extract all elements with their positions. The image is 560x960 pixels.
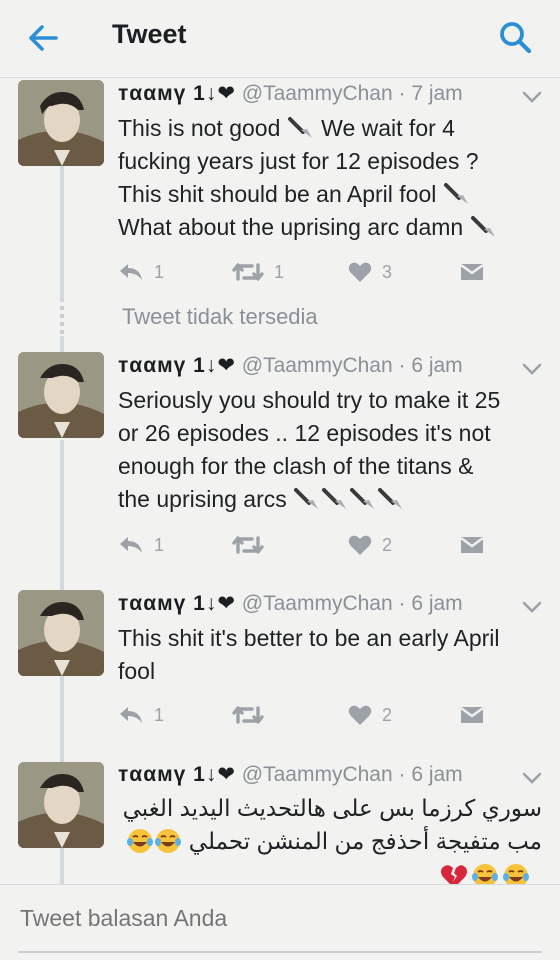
search-icon[interactable] (498, 20, 534, 56)
tweet-text: سوري كرزما بس على هالتحديث اليديد الغبي … (122, 795, 542, 854)
top-bar: Tweet (0, 0, 560, 78)
heart-icon (348, 535, 372, 555)
like-count: 2 (382, 534, 393, 555)
user-name[interactable]: тααмү 1↓❤ (118, 82, 236, 105)
direct-message-button[interactable] (460, 259, 484, 285)
reply-count: 1 (154, 534, 165, 555)
user-handle[interactable]: @TaammyChan (242, 592, 393, 615)
thread-line (60, 676, 64, 762)
like-count: 3 (382, 261, 393, 282)
knife-icon (470, 216, 495, 237)
avatar[interactable] (18, 590, 104, 676)
like-button[interactable]: 3 (348, 259, 392, 285)
tweet-actions: 1 1 3 (118, 259, 538, 285)
chevron-down-icon[interactable] (521, 600, 543, 614)
user-handle[interactable]: @TaammyChan (242, 763, 393, 786)
reply-icon (120, 707, 142, 723)
tweet-text: This shit it's better to be an early Apr… (118, 625, 500, 684)
direct-message-button[interactable] (460, 532, 484, 558)
reply-underline (18, 951, 542, 953)
envelope-icon (460, 707, 484, 723)
tweet-actions: 1 2 (118, 532, 538, 558)
tweet-time: · 6 jam (398, 354, 463, 377)
tweet-time: · 6 jam (398, 763, 463, 786)
tweet-unavailable-notice: Tweet tidak tersedia (122, 304, 318, 329)
thread-line (60, 166, 64, 302)
avatar[interactable] (18, 80, 104, 166)
face-with-tears-of-joy-icon (127, 829, 154, 853)
tweet-time: · 7 jam (398, 82, 463, 105)
knife-icon (294, 488, 319, 509)
knife-icon (350, 488, 375, 509)
reply-button[interactable]: 1 (118, 702, 164, 728)
tweet-header: тααмү 1↓❤ @TaammyChan · 6 jam (118, 591, 463, 616)
tweet-header: тααмү 1↓❤ @TaammyChan · 6 jam (118, 353, 463, 378)
user-name[interactable]: тααмү 1↓❤ (118, 763, 236, 786)
thread-line (60, 440, 64, 590)
direct-message-button[interactable] (460, 702, 484, 728)
retweet-icon (232, 706, 264, 724)
reply-icon (120, 537, 142, 553)
avatar[interactable] (18, 762, 104, 848)
thread-line (60, 848, 64, 884)
thread-gap-dots (60, 306, 64, 334)
reply-composer (0, 884, 560, 960)
retweet-button[interactable] (232, 532, 264, 558)
knife-icon (287, 117, 312, 138)
user-name[interactable]: тααмү 1↓❤ (118, 354, 236, 377)
avatar[interactable] (18, 352, 104, 438)
reply-count: 1 (154, 261, 165, 282)
tweet-text: This is not good We wait for 4 fucking y… (118, 112, 538, 244)
knife-icon (443, 183, 468, 204)
face-with-tears-of-joy-icon (155, 829, 182, 853)
tweet-header: тααмү 1↓❤ @TaammyChan · 7 jam (118, 81, 463, 106)
tweet-header: тααмү 1↓❤ @TaammyChan · 6 jam (118, 762, 463, 787)
like-button[interactable]: 2 (348, 532, 392, 558)
retweet-icon (232, 263, 264, 281)
arrow-left-icon[interactable] (26, 22, 62, 54)
reply-button[interactable]: 1 (118, 259, 164, 285)
reply-count: 1 (154, 704, 165, 725)
like-button[interactable]: 2 (348, 702, 392, 728)
envelope-icon (460, 264, 484, 280)
chevron-down-icon[interactable] (521, 90, 543, 104)
knife-icon (378, 488, 403, 509)
knife-icon (322, 488, 347, 509)
chevron-down-icon[interactable] (521, 362, 543, 376)
tweet-text: Seriously you should try to make it 25 o… (118, 387, 501, 512)
retweet-button[interactable] (232, 702, 264, 728)
chevron-down-icon[interactable] (521, 771, 543, 785)
retweet-icon (232, 536, 264, 554)
tweet-time: · 6 jam (398, 592, 463, 615)
page-title: Tweet (112, 19, 187, 49)
heart-icon (348, 705, 372, 725)
user-name[interactable]: тααмү 1↓❤ (118, 592, 236, 615)
reply-button[interactable]: 1 (118, 532, 164, 558)
reply-input[interactable] (20, 905, 540, 932)
retweet-button[interactable]: 1 (232, 259, 284, 285)
user-handle[interactable]: @TaammyChan (242, 354, 393, 377)
retweet-count: 1 (274, 261, 285, 282)
tweet-actions: 1 2 (118, 702, 538, 728)
reply-icon (120, 264, 142, 280)
envelope-icon (460, 537, 484, 553)
user-handle[interactable]: @TaammyChan (242, 82, 393, 105)
like-count: 2 (382, 704, 393, 725)
heart-icon (348, 262, 372, 282)
